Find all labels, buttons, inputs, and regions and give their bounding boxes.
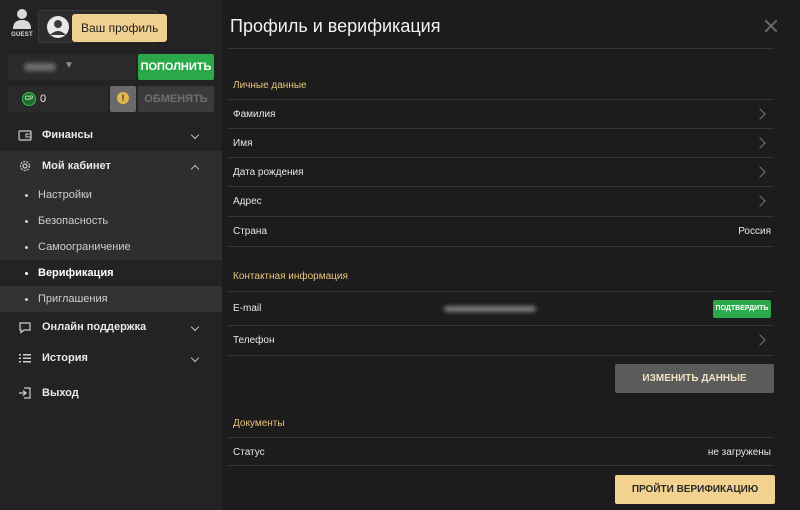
info-icon: !: [117, 92, 129, 104]
chevron-down-icon: [190, 130, 200, 140]
gear-icon: [19, 160, 31, 172]
sidebar-nav: Финансы Мой кабинет Настройки Безопаснос…: [0, 120, 222, 409]
row-address[interactable]: Адрес: [228, 187, 774, 217]
row-status: Статус не загружены: [228, 437, 774, 466]
balance-value-blurred: [24, 63, 56, 71]
sidebar-header: GUEST ru Ваш профиль: [0, 0, 222, 48]
close-icon[interactable]: [764, 19, 778, 33]
wallet-icon: [18, 130, 32, 141]
chevron-right-icon: [754, 137, 766, 149]
verify-button[interactable]: ПРОЙТИ ВЕРИФИКАЦИЮ: [615, 475, 775, 504]
sidebar-item-history[interactable]: История: [0, 343, 222, 374]
row-firstname[interactable]: Имя: [228, 129, 774, 158]
row-label: Фамилия: [233, 109, 276, 120]
chevron-up-icon: [190, 164, 200, 174]
profile-tooltip: Ваш профиль: [72, 14, 168, 42]
chevron-right-icon: [754, 108, 766, 120]
info-button[interactable]: !: [110, 86, 136, 112]
divider: [228, 48, 774, 49]
section-title-personal: Личные данные: [233, 80, 307, 91]
cp-balance-field: CP 0: [8, 86, 108, 112]
balance-row: ▼ ПОПОЛНИТЬ: [8, 54, 214, 80]
sidebar-item-label: Мой кабинет: [42, 160, 111, 172]
list-icon: [19, 354, 31, 363]
chat-icon: [19, 322, 31, 334]
status-value: не загружены: [707, 447, 771, 458]
avatar: [47, 16, 69, 41]
sidebar-item-label: История: [42, 352, 88, 364]
user-icon: [47, 16, 69, 38]
profile-panel: Профиль и верификация Личные данные Фами…: [222, 0, 800, 510]
sidebar: GUEST ru Ваш профиль ▼ ПОПОЛНИТЬ CP 0 !: [0, 0, 222, 510]
row-email: E-mail ПОДТВЕРДИТЬ: [228, 291, 774, 326]
exchange-button[interactable]: ОБМЕНЯТЬ: [138, 86, 214, 112]
cp-icon: CP: [22, 92, 36, 106]
page-title: Профиль и верификация: [230, 16, 441, 36]
sidebar-item-finance[interactable]: Финансы: [0, 120, 222, 151]
row-label: Дата рождения: [233, 167, 304, 178]
row-label: Имя: [233, 138, 253, 149]
submenu-item-settings[interactable]: Настройки: [0, 182, 222, 208]
guest-label: GUEST: [11, 32, 33, 38]
sidebar-item-label: Онлайн поддержка: [42, 321, 147, 333]
country-value: Россия: [738, 226, 771, 237]
row-label: Телефон: [233, 335, 275, 346]
currency-select[interactable]: ▼: [8, 54, 136, 80]
guest-avatar-button[interactable]: GUEST: [8, 8, 36, 42]
row-label: E-mail: [233, 303, 262, 314]
chevron-right-icon: [754, 195, 766, 207]
row-phone[interactable]: Телефон: [228, 326, 774, 356]
section-title-documents: Документы: [233, 418, 285, 429]
chevron-down-icon: [190, 322, 200, 332]
sidebar-item-logout[interactable]: Выход: [0, 378, 222, 409]
row-label: Страна: [233, 226, 268, 237]
row-country: Страна Россия: [228, 217, 774, 247]
user-icon: [13, 9, 31, 29]
chevron-right-icon: [754, 166, 766, 178]
submenu-item-self-limitation[interactable]: Самоограничение: [0, 234, 222, 260]
sidebar-item-label: Финансы: [42, 129, 94, 141]
section-title-contact: Контактная информация: [233, 271, 348, 282]
row-birthdate[interactable]: Дата рождения: [228, 158, 774, 187]
chevron-down-icon: [190, 353, 200, 363]
caret-down-icon: ▼: [64, 60, 74, 71]
cp-row: CP 0 ! ОБМЕНЯТЬ: [8, 86, 214, 112]
change-data-button[interactable]: ИЗМЕНИТЬ ДАННЫЕ: [615, 364, 774, 393]
confirm-email-button[interactable]: ПОДТВЕРДИТЬ: [713, 300, 771, 318]
cp-value: 0: [40, 93, 47, 105]
submenu-item-security[interactable]: Безопасность: [0, 208, 222, 234]
submenu-item-verification[interactable]: Верификация: [0, 260, 222, 286]
sidebar-item-cabinet[interactable]: Мой кабинет: [0, 151, 222, 182]
row-label: Адрес: [233, 196, 262, 207]
chevron-right-icon: [754, 334, 766, 346]
topup-button[interactable]: ПОПОЛНИТЬ: [138, 54, 214, 80]
cabinet-submenu: Настройки Безопасность Самоограничение В…: [0, 182, 222, 312]
sidebar-item-support[interactable]: Онлайн поддержка: [0, 312, 222, 343]
submenu-item-invitations[interactable]: Приглашения: [0, 286, 222, 312]
sidebar-item-label: Выход: [42, 387, 79, 399]
row-lastname[interactable]: Фамилия: [228, 99, 774, 129]
row-label: Статус: [233, 447, 265, 458]
email-value-blurred: [444, 306, 536, 312]
logout-icon: [19, 387, 31, 399]
